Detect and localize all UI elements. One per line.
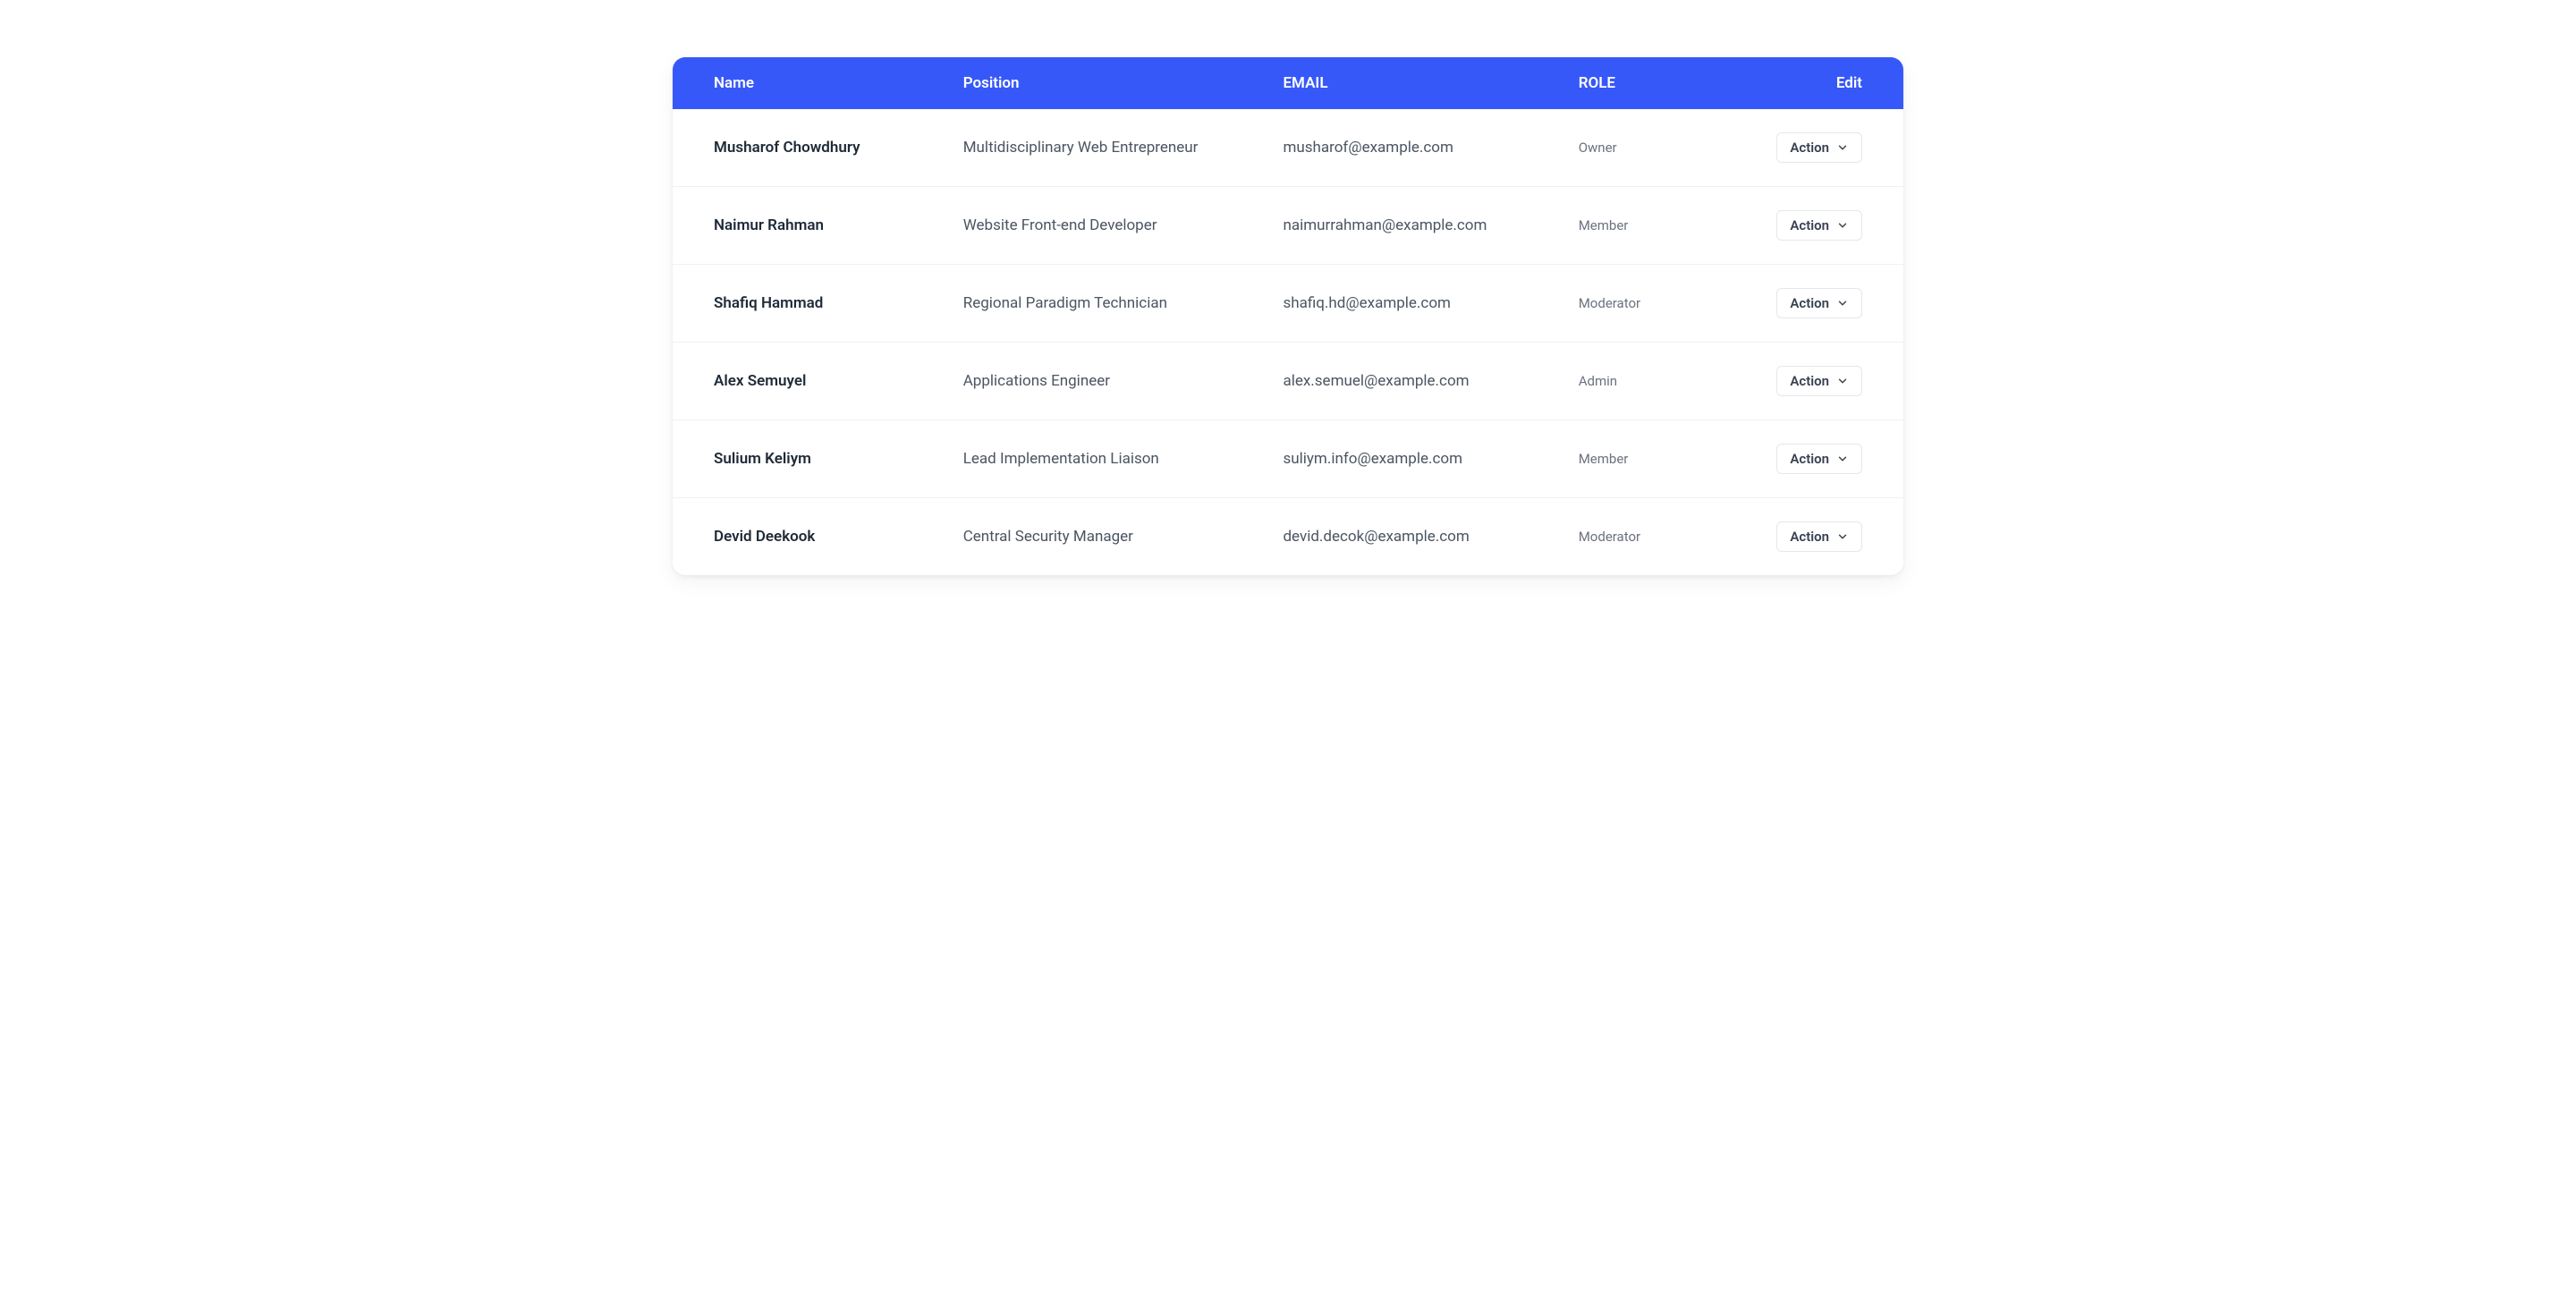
cell-role: Moderator [1559,265,1732,343]
cell-edit: Action [1731,498,1903,576]
cell-position: Regional Paradigm Technician [944,265,1264,343]
cell-edit: Action [1731,187,1903,265]
chevron-down-icon [1836,453,1849,465]
action-button[interactable]: Action [1776,366,1862,396]
cell-name: Alex Semuyel [673,343,944,420]
cell-name: Devid Deekook [673,498,944,576]
action-button[interactable]: Action [1776,210,1862,241]
cell-name: Sulium Keliym [673,420,944,498]
col-header-email: EMAIL [1263,57,1558,109]
chevron-down-icon [1836,297,1849,309]
table-row: Devid DeekookCentral Security Managerdev… [673,498,1903,576]
action-button[interactable]: Action [1776,444,1862,474]
table-header: Name Position EMAIL ROLE Edit [673,57,1903,109]
table-row: Naimur RahmanWebsite Front-end Developer… [673,187,1903,265]
cell-email: musharof@example.com [1263,109,1558,187]
chevron-down-icon [1836,375,1849,387]
cell-email: alex.semuel@example.com [1263,343,1558,420]
col-header-role: ROLE [1559,57,1732,109]
cell-position: Central Security Manager [944,498,1264,576]
cell-name: Musharof Chowdhury [673,109,944,187]
cell-role: Owner [1559,109,1732,187]
chevron-down-icon [1836,141,1849,154]
cell-name: Shafiq Hammad [673,265,944,343]
action-button[interactable]: Action [1776,288,1862,318]
chevron-down-icon [1836,219,1849,232]
cell-name: Naimur Rahman [673,187,944,265]
cell-role: Moderator [1559,498,1732,576]
table-row: Musharof ChowdhuryMultidisciplinary Web … [673,109,1903,187]
action-button-label: Action [1790,295,1829,311]
users-table-container: Name Position EMAIL ROLE Edit Musharof C… [673,57,1903,575]
col-header-name: Name [673,57,944,109]
cell-email: naimurrahman@example.com [1263,187,1558,265]
cell-edit: Action [1731,265,1903,343]
chevron-down-icon [1836,530,1849,543]
action-button-label: Action [1790,217,1829,233]
cell-role: Admin [1559,343,1732,420]
users-table: Name Position EMAIL ROLE Edit Musharof C… [673,57,1903,575]
cell-edit: Action [1731,343,1903,420]
cell-position: Website Front-end Developer [944,187,1264,265]
cell-edit: Action [1731,109,1903,187]
cell-email: shafiq.hd@example.com [1263,265,1558,343]
table-body: Musharof ChowdhuryMultidisciplinary Web … [673,109,1903,575]
cell-email: suliym.info@example.com [1263,420,1558,498]
cell-role: Member [1559,420,1732,498]
cell-position: Applications Engineer [944,343,1264,420]
cell-position: Multidisciplinary Web Entrepreneur [944,109,1264,187]
action-button-label: Action [1790,140,1829,156]
action-button[interactable]: Action [1776,521,1862,552]
action-button-label: Action [1790,373,1829,389]
cell-edit: Action [1731,420,1903,498]
action-button-label: Action [1790,529,1829,545]
table-row: Sulium KeliymLead Implementation Liaison… [673,420,1903,498]
action-button[interactable]: Action [1776,132,1862,163]
table-row: Shafiq HammadRegional Paradigm Technicia… [673,265,1903,343]
cell-email: devid.decok@example.com [1263,498,1558,576]
col-header-position: Position [944,57,1264,109]
col-header-edit: Edit [1731,57,1903,109]
cell-position: Lead Implementation Liaison [944,420,1264,498]
action-button-label: Action [1790,451,1829,467]
table-row: Alex SemuyelApplications Engineeralex.se… [673,343,1903,420]
cell-role: Member [1559,187,1732,265]
